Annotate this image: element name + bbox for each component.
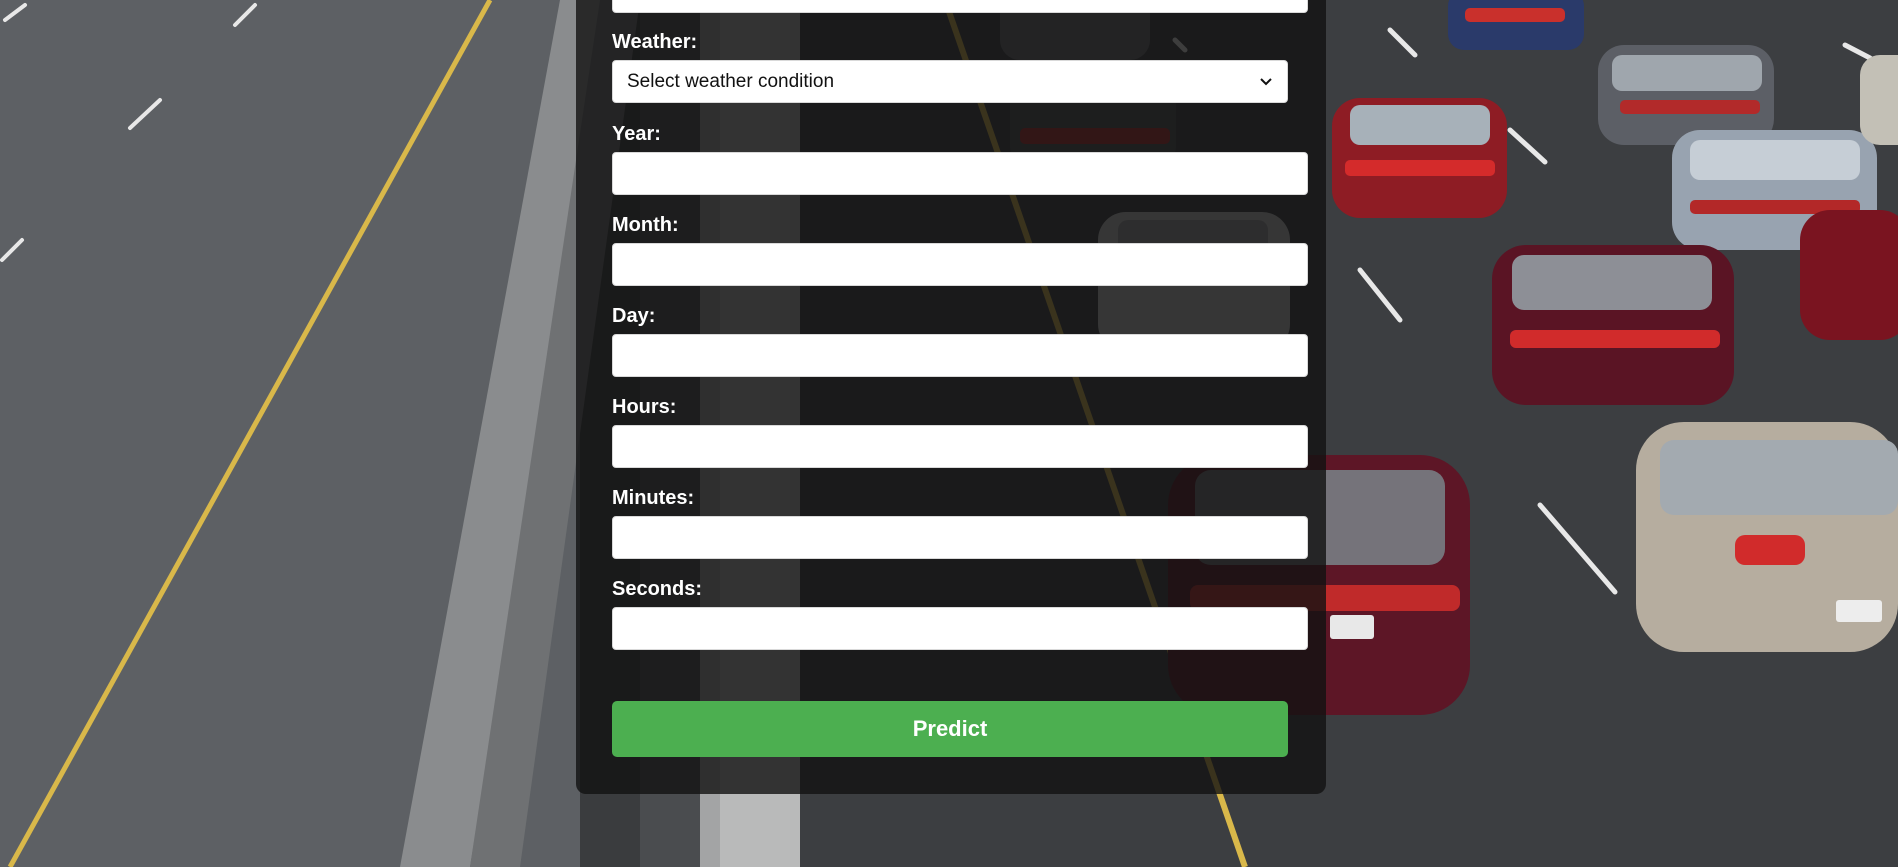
weather-label: Weather: [612,31,698,53]
month-label: Month: [612,214,679,236]
prediction-form-card: Weather: Select weather condition Year: … [576,0,1326,794]
minutes-input[interactable] [612,516,1308,559]
day-input[interactable] [612,334,1308,377]
page: Weather: Select weather condition Year: … [0,0,1898,867]
seconds-input[interactable] [612,607,1308,650]
day-label: Day: [612,305,656,327]
predict-button[interactable]: Predict [612,701,1288,757]
year-input[interactable] [612,152,1308,195]
hours-label: Hours: [612,396,677,418]
previous-field-input[interactable] [612,0,1308,13]
weather-select-value: Select weather condition [627,70,835,92]
minutes-label: Minutes: [612,487,695,509]
seconds-label: Seconds: [612,578,703,600]
chevron-down-icon [1259,75,1273,89]
year-label: Year: [612,123,661,145]
hours-input[interactable] [612,425,1308,468]
weather-select[interactable]: Select weather condition [612,60,1288,103]
month-input[interactable] [612,243,1308,286]
